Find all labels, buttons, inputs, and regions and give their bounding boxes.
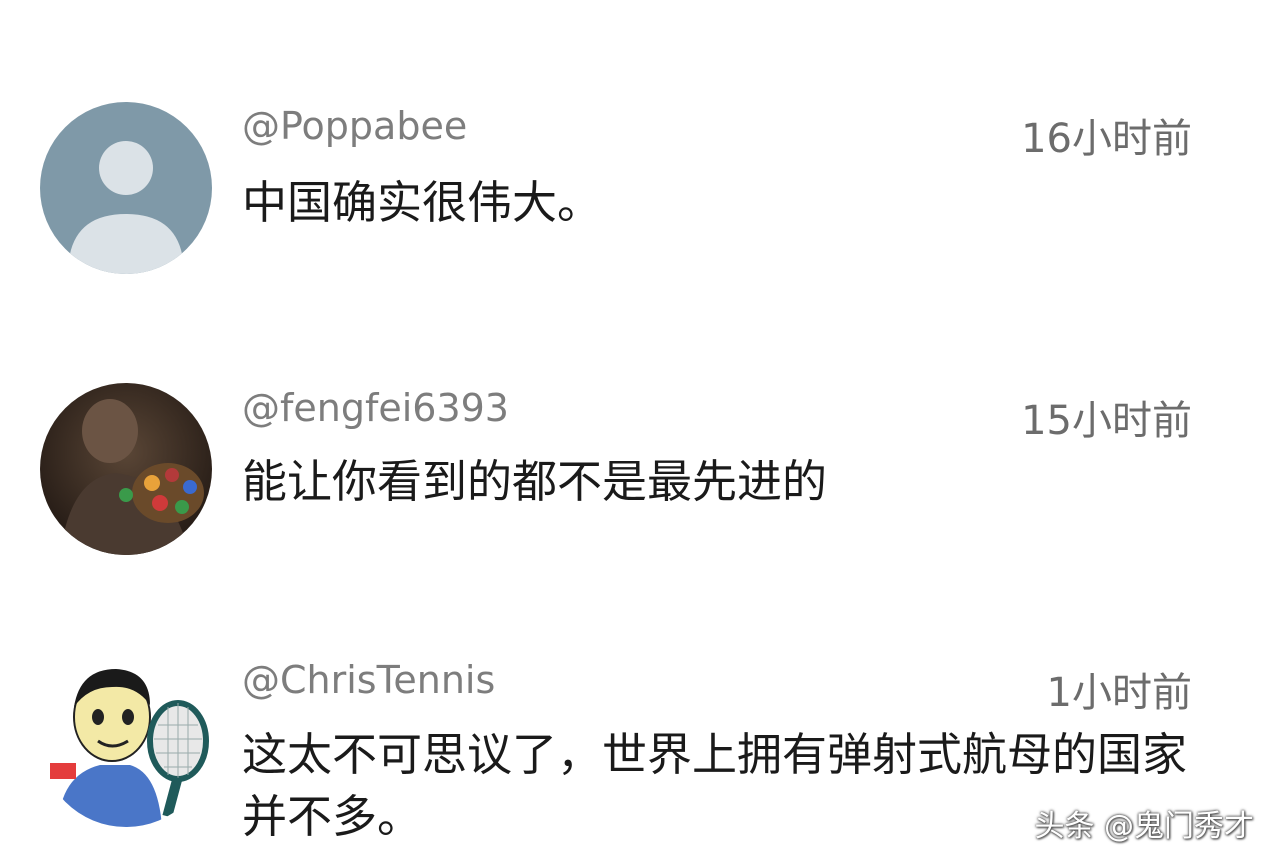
comment-time: 15小时前: [1021, 398, 1192, 444]
comment-username[interactable]: @ChrisTennis: [242, 658, 495, 702]
avatar[interactable]: [40, 383, 212, 555]
avatar[interactable]: [40, 102, 212, 274]
comment-text: 能让你看到的都不是最先进的: [242, 455, 828, 508]
comment-time: 1小时前: [1046, 670, 1192, 716]
comment-username[interactable]: @Poppabee: [242, 104, 467, 148]
comment-time: 16小时前: [1021, 116, 1192, 162]
default-user-icon: [40, 102, 212, 274]
cartoon-tennis-player-icon: [40, 655, 212, 827]
avatar[interactable]: [40, 655, 212, 827]
comment-text: 中国确实很伟大。: [242, 176, 603, 229]
watermark: 头条 @鬼门秀才: [1034, 809, 1254, 844]
comment-username[interactable]: @fengfei6393: [242, 386, 509, 430]
superhero-gauntlet-photo: [40, 383, 212, 555]
